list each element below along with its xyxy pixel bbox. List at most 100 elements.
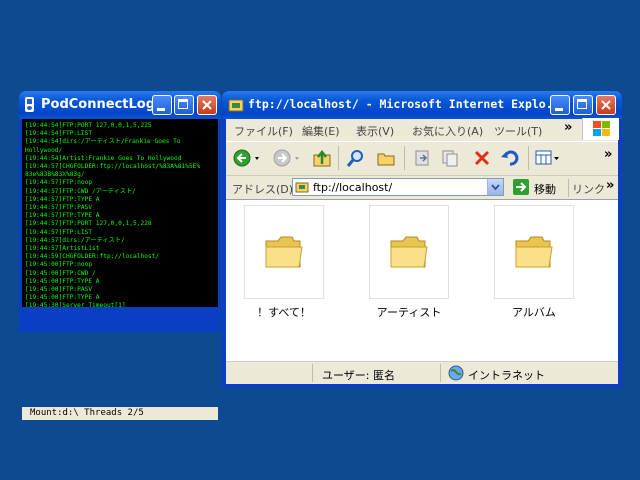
toolbar-separator bbox=[404, 146, 405, 170]
forward-button[interactable] bbox=[272, 148, 304, 168]
ie-status-bar: ユーザー: 匿名 イントラネット bbox=[226, 361, 618, 384]
log-line: [19:44:57]FTP:PASV bbox=[25, 204, 93, 212]
close-button[interactable] bbox=[596, 95, 616, 115]
log-line: [19:44:54]FTP:PORT 127,0,0,1,5,225 bbox=[25, 122, 152, 129]
folder-thumbnail[interactable] bbox=[369, 205, 449, 299]
search-icon[interactable] bbox=[346, 148, 366, 168]
toolbar-separator bbox=[528, 146, 529, 170]
go-label: 移動 bbox=[534, 183, 556, 196]
status-divider bbox=[440, 364, 441, 382]
maximize-button[interactable] bbox=[573, 95, 593, 115]
address-value: ftp://localhost/ bbox=[313, 181, 393, 194]
copy-to-icon[interactable] bbox=[440, 148, 460, 168]
ie-window: ftp://localhost/ - Microsoft Internet Ex… bbox=[222, 91, 622, 388]
minimize-icon bbox=[157, 108, 165, 111]
back-icon bbox=[233, 149, 259, 167]
views-icon bbox=[535, 150, 559, 165]
menu-bar: ファイル(F) 編集(E) 表示(V) お気に入り(A) ツール(T) » bbox=[226, 118, 619, 141]
log-line: [19:45:00]FTP:CWD / bbox=[25, 269, 96, 277]
log-line: [19:45:00]FTP:noop bbox=[25, 261, 93, 269]
pod-titlebar[interactable]: PodConnectLog bbox=[19, 91, 221, 119]
log-line: [19:45:00]FTP:PASV bbox=[25, 286, 93, 294]
minimize-button[interactable] bbox=[152, 95, 172, 115]
menu-overflow-chevron[interactable]: » bbox=[564, 120, 572, 135]
podconnectlog-window: PodConnectLog [19:44:54]FTP:PORT 127,0,0… bbox=[19, 91, 221, 420]
pod-status-bar: Mount:d:\ Threads 2/5 bbox=[22, 407, 218, 420]
folder-view: ！すべて！ アーティスト アルバム bbox=[226, 199, 618, 361]
log-line: [19:44:54]dirs:/アーティスト/Frankie Goes To bbox=[25, 138, 181, 146]
folder-icon bbox=[265, 236, 303, 268]
folder-label[interactable]: アーティスト bbox=[354, 304, 464, 320]
status-user: ユーザー: 匿名 bbox=[322, 369, 395, 382]
undo-icon[interactable] bbox=[500, 148, 520, 168]
folder-thumbnail[interactable] bbox=[494, 205, 574, 299]
log-line: [19:44:54]Artist:Frankie Goes To Hollywo… bbox=[25, 154, 182, 162]
log-line: [19:44:57]FTP:TYPE A bbox=[25, 195, 100, 203]
back-button[interactable] bbox=[232, 148, 264, 168]
delete-icon[interactable] bbox=[472, 148, 492, 168]
folder-label[interactable]: ！すべて！ bbox=[229, 304, 339, 320]
folder-label[interactable]: アルバム bbox=[479, 304, 589, 320]
close-icon bbox=[202, 100, 212, 110]
toolbar-separator bbox=[338, 146, 339, 170]
address-input[interactable]: ftp://localhost/ bbox=[292, 178, 504, 196]
maximize-button[interactable] bbox=[174, 95, 194, 115]
log-line: [19:44:57]ArtistList bbox=[25, 245, 100, 253]
folder-icon bbox=[228, 99, 244, 112]
status-zone: イントラネット bbox=[468, 369, 545, 382]
folder-icon bbox=[295, 182, 309, 193]
log-line: [19:44:57]FTP:TYPE A bbox=[25, 212, 100, 220]
move-to-icon[interactable] bbox=[412, 148, 432, 168]
menu-tools[interactable]: ツール(T) bbox=[494, 123, 542, 139]
standard-toolbar: » bbox=[226, 141, 618, 175]
chevron-down-icon bbox=[491, 184, 500, 191]
close-icon bbox=[601, 100, 611, 110]
views-button[interactable] bbox=[534, 148, 562, 168]
log-line: [19:44:59]CHGFOLDER:ftp://localhost/ bbox=[25, 253, 160, 261]
go-button[interactable]: 移動 bbox=[512, 178, 566, 196]
menu-edit[interactable]: 編集(E) bbox=[302, 123, 340, 139]
log-line: [19:45:00]FTP:TYPE A bbox=[25, 277, 100, 285]
log-line: [19:44:54]FTP:LIST bbox=[25, 130, 93, 138]
log-line: [19:44:57]FTP:LIST bbox=[25, 228, 93, 236]
folders-icon[interactable] bbox=[376, 148, 396, 168]
log-line: [19:44:57]FTP:CWD /アーティスト/ bbox=[25, 187, 136, 195]
ie-titlebar[interactable]: ftp://localhost/ - Microsoft Internet Ex… bbox=[222, 91, 622, 119]
status-divider bbox=[312, 364, 313, 382]
maximize-icon bbox=[577, 99, 587, 109]
address-label: アドレス(D) bbox=[232, 183, 294, 196]
log-line: [19:44:57]FTP:PORT 127,0,0,1,5,228 bbox=[25, 220, 152, 228]
pod-window-title: PodConnectLog bbox=[41, 97, 156, 112]
up-folder-icon[interactable] bbox=[312, 148, 332, 168]
forward-icon bbox=[273, 149, 299, 167]
address-bar: アドレス(D) ftp://localhost/ 移動 リンク » bbox=[226, 175, 618, 199]
log-line: [19:44:57]FTP:noop bbox=[25, 179, 93, 187]
minimize-icon bbox=[555, 108, 563, 111]
minimize-button[interactable] bbox=[550, 95, 570, 115]
log-line: [19:45:00]FTP:TYPE A bbox=[25, 294, 100, 302]
log-line: [19:45:30]Server Timeout[1] bbox=[25, 302, 126, 307]
folder-icon bbox=[515, 236, 553, 268]
menu-file[interactable]: ファイル(F) bbox=[234, 123, 293, 139]
menu-favorites[interactable]: お気に入り(A) bbox=[412, 123, 483, 139]
maximize-icon bbox=[178, 99, 188, 109]
close-button[interactable] bbox=[197, 95, 217, 115]
folder-icon bbox=[390, 236, 428, 268]
log-line: [19:44:57]CHGFOLDER:ftp://localhost/%83A… bbox=[25, 163, 201, 171]
folder-thumbnail[interactable] bbox=[244, 205, 324, 299]
log-line: [19:44:57]dirs:/アーティスト/ bbox=[25, 236, 125, 244]
links-label[interactable]: リンク bbox=[572, 181, 605, 197]
go-arrow-icon bbox=[513, 179, 529, 195]
log-line: Hollywood/ bbox=[25, 146, 63, 154]
links-overflow-chevron[interactable]: » bbox=[606, 178, 614, 193]
menu-view[interactable]: 表示(V) bbox=[356, 123, 394, 139]
globe-icon bbox=[448, 365, 464, 381]
ie-window-title: ftp://localhost/ - Microsoft Internet Ex… bbox=[248, 97, 567, 111]
windows-logo-icon bbox=[582, 118, 619, 140]
log-area[interactable]: [19:44:54]FTP:PORT 127,0,0,1,5,225 [19:44… bbox=[22, 119, 218, 307]
log-line: 83e%83B%83X%83g/ bbox=[25, 171, 85, 179]
address-dropdown-button[interactable] bbox=[487, 179, 503, 195]
toolbar-separator bbox=[568, 179, 569, 197]
app-icon bbox=[25, 97, 34, 112]
toolbar-overflow-chevron[interactable]: » bbox=[604, 147, 612, 162]
